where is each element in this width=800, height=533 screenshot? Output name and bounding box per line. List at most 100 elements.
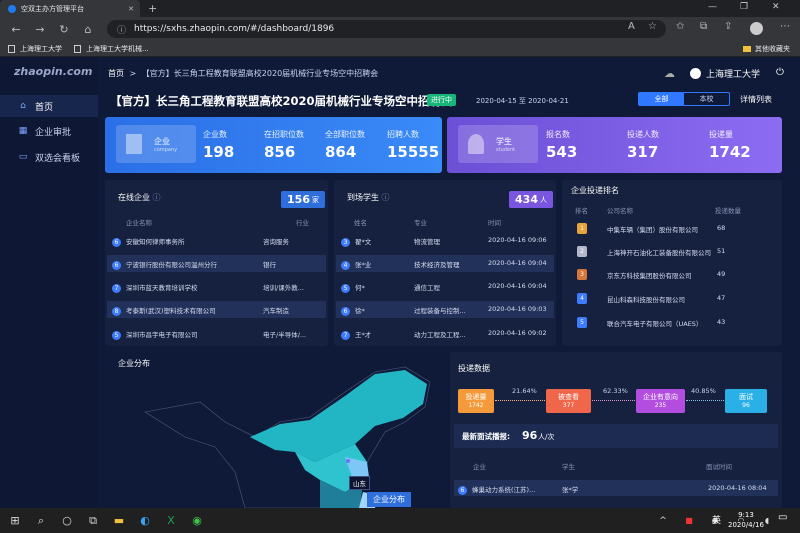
- url-text: https://sxhs.zhaopin.com/#/dashboard/189…: [134, 24, 335, 34]
- arrival-time: 2020-04-16 09:03: [488, 305, 547, 313]
- bookmark-item[interactable]: 上海理工大学: [8, 44, 62, 54]
- favorite-star-icon[interactable]: ☆: [648, 21, 657, 32]
- taskbar: ⊞ ⌕ ○ ⧉ ▬ ◐ X ◉ ^ ■ ◉ ◠ ◖: [0, 508, 800, 533]
- map-region-north[interactable]: [250, 370, 427, 462]
- ranking-company[interactable]: 京东方科技集团股份有限公司: [607, 270, 713, 280]
- new-tab-button[interactable]: +: [148, 2, 157, 15]
- student-cell: 5 何*: [341, 282, 411, 293]
- notification-icon[interactable]: ▭: [778, 512, 787, 523]
- map-marker: [346, 459, 350, 463]
- china-map[interactable]: [105, 352, 445, 508]
- column-header: 专业: [414, 219, 427, 227]
- company-cell: 8 考泰斯(武汉)塑料技术有限公司: [112, 305, 262, 316]
- ranking-company[interactable]: 中集车辆（集团）股份有限公司: [607, 224, 713, 234]
- windows-start-icon[interactable]: ⊞: [2, 514, 28, 527]
- read-aloud-icon[interactable]: A: [628, 21, 635, 32]
- show-hidden-icons[interactable]: ^: [650, 516, 676, 526]
- breadcrumb-home[interactable]: 首页: [108, 69, 124, 78]
- sidebar-item-board[interactable]: ▭ 双选会看板: [0, 146, 98, 168]
- sidebar-item-approval[interactable]: ▦ 企业审批: [0, 120, 98, 142]
- home-icon[interactable]: ⌂: [76, 23, 100, 36]
- student-icon: [468, 134, 484, 154]
- row-number: 3: [341, 238, 350, 247]
- clock-date: 2020/4/16: [728, 521, 764, 529]
- url-field[interactable]: ⓘ https://sxhs.zhaopin.com/#/dashboard/1…: [107, 20, 666, 38]
- info-icon[interactable]: ⓘ: [153, 193, 161, 202]
- close-window-button[interactable]: ✕: [772, 2, 780, 12]
- funnel-step-interview: 面试 96: [725, 389, 767, 413]
- profile-avatar[interactable]: [750, 22, 763, 35]
- share-icon[interactable]: ⇪: [724, 21, 732, 32]
- arrival-time: 2020-04-16 09:04: [488, 282, 547, 290]
- funnel-value: 235: [654, 402, 667, 409]
- monitor-icon: ▭: [18, 152, 28, 162]
- detail-list-link[interactable]: 详情列表: [740, 94, 772, 105]
- edge-browser-icon[interactable]: ◐: [132, 514, 158, 527]
- excel-icon[interactable]: X: [158, 514, 184, 527]
- conversion-rate: 62.33%: [603, 387, 628, 395]
- minimize-button[interactable]: —: [708, 2, 717, 12]
- stat-value: 543: [546, 143, 578, 161]
- company-name: 安徽知何律师事务所: [126, 238, 185, 246]
- forward-arrow-icon[interactable]: →: [28, 23, 52, 36]
- reload-icon[interactable]: ↻: [52, 23, 76, 36]
- other-bookmarks[interactable]: 其他收藏夹: [743, 44, 790, 54]
- stat-open-positions: 在招职位数 856: [264, 129, 304, 161]
- student-cell: 7 王*才: [341, 329, 411, 340]
- info-icon[interactable]: ⓘ: [117, 23, 126, 36]
- stat-label: 全部职位数: [325, 130, 365, 139]
- file-explorer-icon[interactable]: ▬: [106, 514, 132, 527]
- student-cell: 6 徐*: [341, 305, 411, 316]
- panel-title: 到场学生 ⓘ: [347, 192, 390, 203]
- ranking-count: 68: [717, 224, 726, 232]
- user-menu[interactable]: 上海理工大学: [666, 67, 760, 80]
- close-tab-icon[interactable]: ✕: [128, 5, 134, 13]
- map-legend-label[interactable]: 企业分布: [367, 492, 411, 507]
- wechat-icon[interactable]: ◉: [184, 514, 210, 527]
- breadcrumb-separator: >: [129, 69, 137, 78]
- scope-toggle: 全部 本校: [638, 92, 730, 106]
- status-badge: 进行中: [427, 94, 456, 106]
- scope-school-button[interactable]: 本校: [684, 93, 729, 105]
- row-number: 7: [112, 284, 121, 293]
- more-menu-icon[interactable]: ⋯: [780, 21, 790, 32]
- app-tray-icon[interactable]: ■: [676, 516, 702, 525]
- bookmark-label: 上海理工大学机械...: [86, 44, 149, 53]
- scope-all-button[interactable]: 全部: [639, 93, 684, 105]
- count-value: 156: [287, 193, 310, 206]
- company-cell: 6 安徽知何律师事务所: [112, 236, 262, 247]
- bookmark-item[interactable]: 上海理工大学机械...: [74, 44, 149, 54]
- student-major: 通信工程: [414, 284, 440, 292]
- stat-label: 投递人数: [627, 130, 659, 139]
- task-view-icon[interactable]: ⧉: [80, 514, 106, 528]
- company-industry: 电子/半导体/...: [263, 331, 307, 339]
- maximize-button[interactable]: ❐: [740, 2, 748, 12]
- browser-tab[interactable]: 空双主办方管理平台 ✕: [0, 0, 140, 17]
- funnel-label: 投递量: [465, 393, 487, 401]
- power-icon[interactable]: ⏻: [776, 67, 784, 78]
- input-method-indicator[interactable]: 英: [712, 513, 721, 526]
- student-major: 技术经济及管理: [414, 261, 460, 269]
- favorites-icon[interactable]: ✩: [676, 21, 684, 32]
- stat-value: 317: [627, 143, 659, 161]
- sidebar-item-home[interactable]: ⌂ 首页: [0, 95, 98, 117]
- student-major: 过程装备与控制...: [414, 307, 466, 315]
- home-icon: ⌂: [20, 101, 26, 111]
- column-header: 公司名称: [607, 207, 633, 215]
- info-icon[interactable]: ⓘ: [382, 193, 390, 202]
- latest-interview-label: 最新面试播报:: [462, 432, 510, 441]
- ranking-company[interactable]: 联合汽车电子有限公司（UAES）: [607, 318, 713, 328]
- system-clock[interactable]: 9:13 2020/4/16: [728, 510, 764, 530]
- funnel-step-delivered: 投递量 1742: [458, 389, 494, 413]
- breadcrumb: 首页 > 【官方】长三角工程教育联盟高校2020届机械行业专场空中招聘会: [108, 68, 378, 79]
- panel-title: 在线企业 ⓘ: [118, 192, 161, 203]
- company-industry: 咨询服务: [263, 238, 289, 246]
- student-cell: 4 张*业: [341, 259, 411, 270]
- collections-icon[interactable]: ⧉: [700, 21, 707, 32]
- search-icon[interactable]: ⌕: [28, 514, 54, 528]
- cortana-icon[interactable]: ○: [54, 514, 80, 527]
- funnel-label: 被查看: [558, 393, 579, 401]
- back-arrow-icon[interactable]: ←: [4, 23, 28, 36]
- ranking-company[interactable]: 昆山科森科技股份有限公司: [607, 294, 713, 304]
- ranking-company[interactable]: 上海神开石油化工装备股份有限公司: [607, 247, 713, 257]
